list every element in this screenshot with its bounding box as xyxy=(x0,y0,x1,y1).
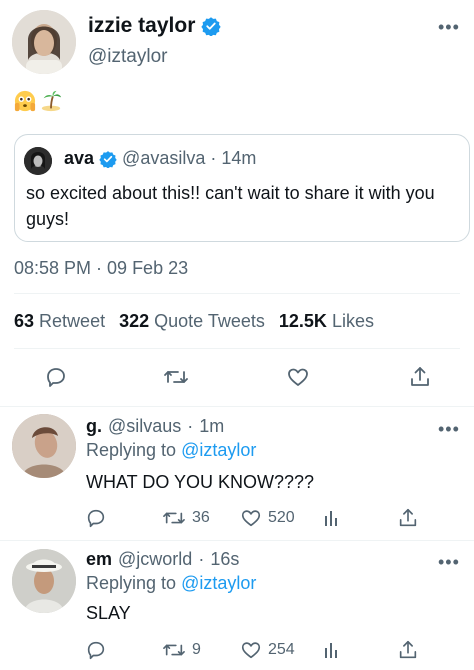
quoted-author-name[interactable]: ava xyxy=(64,148,94,169)
analytics-icon[interactable] xyxy=(318,504,346,532)
retweet-action[interactable]: 9 xyxy=(162,639,201,661)
like-icon xyxy=(241,510,261,527)
reply-icon[interactable] xyxy=(42,363,70,391)
tweet-timestamp[interactable]: 08:58 PM · 09 Feb 23 xyxy=(14,258,188,279)
tweet-emojis xyxy=(14,90,62,112)
avatar[interactable] xyxy=(12,10,76,74)
share-icon[interactable] xyxy=(406,363,434,391)
reply-author-name[interactable]: g. xyxy=(86,416,102,437)
likes-count: 12.5K xyxy=(278,311,327,331)
retweet-icon xyxy=(163,512,185,524)
reply-time[interactable]: 1m xyxy=(199,416,224,437)
replying-prefix: Replying to xyxy=(86,440,177,460)
quote-tweets-stat[interactable]: 322 Quote Tweets xyxy=(119,311,265,332)
reply-icon[interactable] xyxy=(82,504,110,532)
replying-mention[interactable]: @iztaylor xyxy=(181,440,256,460)
reply-icon[interactable] xyxy=(82,636,110,664)
like-action[interactable]: 254 xyxy=(240,639,295,661)
share-icon[interactable] xyxy=(394,504,422,532)
reply-text: SLAY xyxy=(86,603,131,623)
replying-to: Replying to @iztaylor xyxy=(86,440,256,461)
tweet-action-bar xyxy=(0,362,474,392)
reply-author-name[interactable]: em xyxy=(86,549,112,570)
quoted-avatar[interactable] xyxy=(24,147,52,175)
analytics-icon[interactable] xyxy=(318,636,346,664)
reply-time[interactable]: 16s xyxy=(210,549,239,570)
reply-author-handle[interactable]: @silvaus xyxy=(108,416,181,437)
more-options-icon[interactable]: ••• xyxy=(438,553,460,571)
divider xyxy=(0,406,474,407)
divider xyxy=(0,540,474,541)
separator-dot: · xyxy=(198,549,205,569)
author-name[interactable]: izzie taylor xyxy=(88,14,222,38)
verified-icon xyxy=(99,150,117,168)
replying-to: Replying to @iztaylor xyxy=(86,573,256,594)
retweet-action[interactable]: 36 xyxy=(162,507,210,529)
separator-dot: · xyxy=(187,416,194,436)
quote-tweets-count: 322 xyxy=(119,311,150,331)
like-icon[interactable] xyxy=(284,363,312,391)
avatar[interactable] xyxy=(12,414,76,478)
author-name-text[interactable]: izzie taylor xyxy=(88,14,195,38)
quoted-header: ava @avasilva · 14m xyxy=(64,148,256,169)
quoted-time[interactable]: 14m xyxy=(221,148,256,169)
reply-header: em @jcworld · 16s xyxy=(86,549,239,570)
engagement-stats: 63 Retweet 322 Quote Tweets 12.5K Likes xyxy=(14,311,374,332)
retweet-icon[interactable] xyxy=(162,363,190,391)
quoted-author-handle[interactable]: @avasilva xyxy=(122,148,205,169)
replying-prefix: Replying to xyxy=(86,573,177,593)
divider xyxy=(14,348,460,349)
like-icon xyxy=(241,642,261,659)
retweets-count: 63 xyxy=(14,311,35,331)
reply-author-handle[interactable]: @jcworld xyxy=(118,549,192,570)
avatar[interactable] xyxy=(12,549,76,613)
reply-header: g. @silvaus · 1m xyxy=(86,416,224,437)
share-icon[interactable] xyxy=(394,636,422,664)
flushed-face-hands-emoji xyxy=(14,90,36,112)
quoted-tweet-text: so excited about this!! can't wait to sh… xyxy=(26,183,435,229)
like-action[interactable]: 520 xyxy=(240,507,295,529)
like-count: 254 xyxy=(268,641,295,658)
likes-label: Likes xyxy=(331,311,374,331)
retweet-count: 36 xyxy=(192,509,210,526)
separator-dot: · xyxy=(210,148,217,168)
retweet-count: 9 xyxy=(192,641,201,658)
island-emoji xyxy=(41,90,62,112)
author-handle[interactable]: @iztaylor xyxy=(88,46,167,68)
quote-tweets-label: Quote Tweets xyxy=(154,311,265,331)
verified-icon xyxy=(201,17,222,36)
retweets-stat[interactable]: 63 Retweet xyxy=(14,311,105,332)
replying-mention[interactable]: @iztaylor xyxy=(181,573,256,593)
retweet-icon xyxy=(163,644,185,656)
divider xyxy=(14,293,460,294)
like-count: 520 xyxy=(268,509,295,526)
reply-text: WHAT DO YOU KNOW???? xyxy=(86,472,315,492)
more-options-icon[interactable]: ••• xyxy=(438,420,460,438)
more-options-icon[interactable]: ••• xyxy=(438,18,460,36)
likes-stat[interactable]: 12.5K Likes xyxy=(279,311,374,332)
retweets-label: Retweet xyxy=(39,311,106,331)
